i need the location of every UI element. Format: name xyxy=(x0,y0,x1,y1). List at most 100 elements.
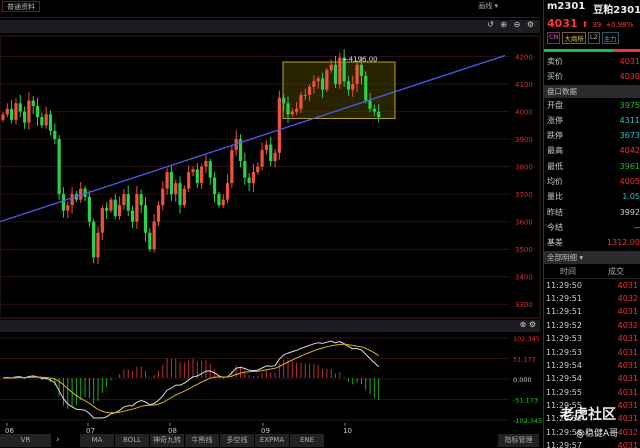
candle xyxy=(169,164,174,202)
candle xyxy=(238,134,243,168)
candle xyxy=(22,106,27,129)
candle xyxy=(161,181,165,211)
price-tick: 3700 xyxy=(515,191,533,199)
month-label: 09 xyxy=(261,427,270,434)
indicator-tab[interactable]: ENE xyxy=(290,434,325,447)
candle xyxy=(264,140,269,155)
price-chart[interactable]: 4200 4100 4000 3900 3800 3700 3600 3500 3400 3300… xyxy=(0,0,543,434)
stat-row: 开盘 3975 xyxy=(544,98,640,113)
indicator-tab[interactable]: 牛熊线 xyxy=(185,434,220,447)
candle xyxy=(208,158,212,186)
tick-price: 4032 xyxy=(617,293,638,303)
tick-row: 11:29:50 4031 xyxy=(544,279,640,292)
candle xyxy=(191,166,195,177)
contract-name: 豆粕2301 xyxy=(593,5,640,16)
candle xyxy=(156,201,161,227)
tick-time: 11:29:51 xyxy=(546,293,582,303)
stat-row: 最低 3961 xyxy=(544,159,640,174)
stat-row: 基差 1312.00 xyxy=(544,235,640,250)
candle xyxy=(126,185,130,217)
candle xyxy=(14,98,18,125)
candle xyxy=(251,164,256,192)
stat-value: 4005 xyxy=(619,177,640,187)
candle xyxy=(165,168,169,195)
candle xyxy=(152,213,156,253)
ticks-filter-dropdown[interactable]: 全部明细 ▾ xyxy=(544,250,640,264)
candle xyxy=(148,228,152,252)
candle xyxy=(40,112,44,129)
candle xyxy=(225,174,230,204)
tick-row: 11:29:54 4031 xyxy=(544,372,640,385)
price-tick: 3400 xyxy=(515,274,533,282)
chevron-right-icon[interactable]: › xyxy=(56,434,60,447)
macd-settings-icon[interactable]: ⊗ ⚙ xyxy=(520,320,536,329)
stat-row: 量比 1.05 xyxy=(544,189,640,204)
indicator-vr[interactable]: VR xyxy=(0,434,52,447)
candle xyxy=(48,110,53,136)
tick-time: 11:29:52 xyxy=(546,320,582,330)
month-label: 08 xyxy=(168,427,177,434)
indicator-manage-button[interactable]: 指标管理 xyxy=(498,434,540,447)
month-label: 06 xyxy=(5,427,14,434)
candle xyxy=(178,176,182,214)
stat-label: 今结 xyxy=(547,222,563,232)
candle xyxy=(182,185,186,208)
candle xyxy=(364,71,368,104)
price-tick: 3800 xyxy=(515,164,533,172)
candle xyxy=(325,68,329,92)
month-label: 10 xyxy=(343,427,352,434)
stat-value: 1.05 xyxy=(622,192,640,202)
badge-main: 主力 xyxy=(601,32,619,44)
tick-time: 11:29:50 xyxy=(546,280,582,290)
macd-header xyxy=(0,320,540,332)
high-annotation: ←4196.00 xyxy=(343,56,378,64)
stat-row: 昨结 3992 xyxy=(544,205,640,220)
indicator-tab[interactable]: EXPMA xyxy=(255,434,290,447)
indicator-tab[interactable]: MA xyxy=(80,434,115,447)
stat-label: 量比 xyxy=(547,192,563,202)
watermark-user: @稳健A哥 xyxy=(576,429,619,439)
tick-price: 4031 xyxy=(617,414,638,424)
candle xyxy=(87,190,91,227)
stat-row: 跌停 3673 xyxy=(544,128,640,143)
candle xyxy=(204,155,208,174)
macd-tick: -51.173 xyxy=(513,397,538,405)
macd-tick: 0.000 xyxy=(513,376,532,384)
price-tick: 3900 xyxy=(515,136,533,144)
stat-row: 均价 4005 xyxy=(544,174,640,189)
stat-value: 3992 xyxy=(619,207,640,217)
candle xyxy=(35,98,40,126)
tick-row: 11:29:55 4031 xyxy=(544,386,640,399)
col-time: 时间 xyxy=(560,266,576,276)
change-pct: +0.98% xyxy=(605,21,634,29)
candle xyxy=(130,205,135,228)
stat-value: 3673 xyxy=(619,131,640,141)
tick-price: 4031 xyxy=(617,334,638,344)
candle xyxy=(96,226,100,265)
month-label: 07 xyxy=(86,427,95,434)
change: 39 xyxy=(592,21,602,29)
tick-time: 11:29:55 xyxy=(546,387,582,397)
book-row: 买价 4030 xyxy=(544,69,640,84)
last-price: 4031 xyxy=(547,17,578,30)
candle xyxy=(338,52,342,89)
stat-value: 1312.00 xyxy=(606,238,640,248)
indicator-tab[interactable]: 神奇九转 xyxy=(150,434,185,447)
price-tick: 4200 xyxy=(515,54,533,62)
tick-price: 4031 xyxy=(617,441,638,448)
candle xyxy=(277,90,281,160)
stat-value: 3961 xyxy=(619,161,640,171)
candle xyxy=(117,196,122,221)
arrow-up-icon: ⬆ xyxy=(581,20,589,29)
indicator-tab[interactable]: BOLL xyxy=(115,434,150,447)
candle xyxy=(44,106,48,129)
badge-l2[interactable]: L2 xyxy=(587,32,600,44)
indicator-tab[interactable]: 多空线 xyxy=(220,434,255,447)
watermark-brand: 老虎社区 xyxy=(560,407,616,423)
tick-price: 4031 xyxy=(617,374,638,384)
candle xyxy=(230,144,234,188)
contract-code: m2301 xyxy=(547,1,586,12)
macd-tick: 102.345 xyxy=(513,335,540,343)
candle xyxy=(187,165,191,192)
candle xyxy=(269,137,273,167)
